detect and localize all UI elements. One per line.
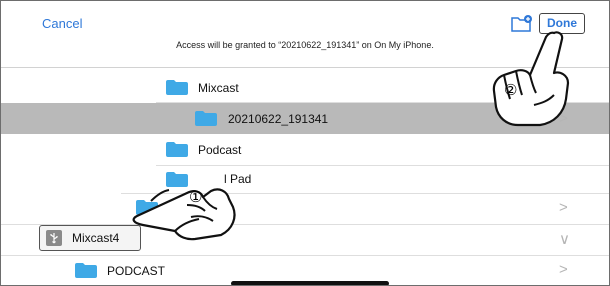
home-indicator — [231, 281, 389, 285]
file-picker-screen: Cancel Access will be granted to “202106… — [0, 0, 610, 286]
device-label: Mixcast4 — [72, 231, 120, 245]
folder-icon — [166, 142, 188, 157]
pointing-hand-icon — [129, 161, 244, 246]
usb-drive-icon — [46, 230, 62, 246]
chevron-down-icon[interactable]: ∨ — [559, 230, 570, 248]
cancel-button[interactable]: Cancel — [42, 16, 82, 31]
pointing-hand-icon — [484, 29, 579, 134]
folder-row-hidden[interactable]: > — [1, 194, 609, 225]
folder-label: 20210622_191341 — [228, 112, 329, 126]
folder-row-podcast[interactable]: Podcast — [1, 134, 609, 165]
folder-icon — [195, 111, 217, 126]
folder-label: PODCAST — [107, 264, 166, 278]
chevron-right-icon[interactable]: > — [559, 199, 568, 216]
chevron-right-icon[interactable]: > — [559, 261, 568, 278]
device-mixcast4[interactable]: Mixcast4 — [39, 225, 141, 251]
folder-icon — [75, 263, 97, 278]
step-2-callout: ② — [504, 82, 518, 99]
folder-icon — [166, 80, 188, 95]
step-1-callout: ① — [189, 189, 203, 206]
folder-label: Mixcast — [198, 81, 239, 95]
folder-label: Podcast — [198, 143, 242, 157]
